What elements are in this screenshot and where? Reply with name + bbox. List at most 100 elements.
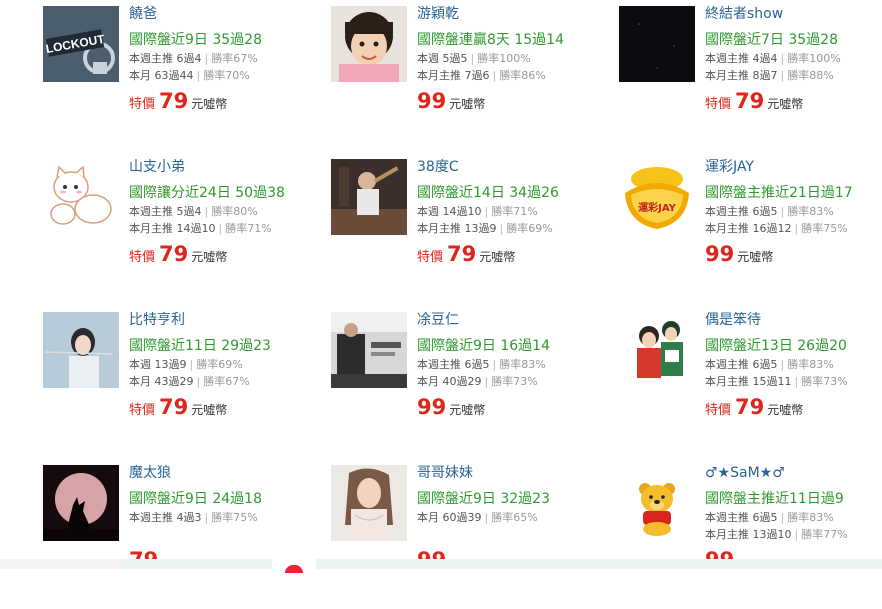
week-value: 6過4: [176, 52, 202, 65]
expert-card[interactable]: 比特亨利 國際盤近11日 29過23 本週 13過9 | 勝率69% 本月 43過2…: [43, 306, 323, 456]
expert-name[interactable]: 魔太狼: [129, 463, 329, 483]
price[interactable]: 特價 79 元噓幣: [129, 88, 227, 118]
pooh-bear-icon[interactable]: [619, 465, 695, 541]
week-rate: 勝率80%: [211, 205, 258, 218]
week-label: 本週主推: [129, 205, 173, 218]
month-rate: 勝率88%: [787, 69, 834, 82]
expert-name[interactable]: 偶是笨待: [705, 310, 882, 330]
week-rate: 勝率83%: [499, 358, 546, 371]
month-rate: 勝率71%: [225, 222, 272, 235]
expert-name[interactable]: 運彩JAY: [705, 157, 882, 177]
month-value: 43過29: [154, 375, 194, 388]
price-value: 79: [159, 89, 189, 113]
archer-girl-icon[interactable]: [43, 312, 119, 388]
price[interactable]: 特價 79 元噓幣: [705, 394, 803, 424]
night-sky-icon[interactable]: [619, 6, 695, 82]
expert-name[interactable]: 山支小弟: [129, 157, 329, 177]
price[interactable]: 99 元噓幣: [417, 88, 485, 117]
anime-baseball-icon[interactable]: [619, 312, 695, 388]
movie-poster-icon[interactable]: [331, 312, 407, 388]
expert-name[interactable]: ♂★SaM★♂: [705, 463, 882, 483]
record-summary: 國際盤近9日 24過18: [129, 491, 262, 507]
expert-card[interactable]: 游穎乾 國際盤連贏8天 15過14 本週 5過5 | 勝率100% 本月主推 7過6…: [331, 0, 611, 150]
week-value: 6過5: [752, 358, 778, 371]
month-label: 本月主推: [705, 528, 749, 541]
special-price-tag: 特價: [129, 250, 156, 265]
monthly-stat: 本月 63過44 | 勝率70%: [129, 69, 250, 82]
weekly-stat: 本週主推 6過4 | 勝率67%: [129, 52, 258, 65]
expert-card[interactable]: LOCKOUT 饒爸 國際盤近9日 35過28 本週主推 6過4 | 勝率67% 本…: [43, 0, 323, 150]
week-rate: 勝率69%: [196, 358, 243, 371]
expert-card[interactable]: ♂★SaM★♂ 國際盤主推近11日過9 本週主推 6過5 | 勝率83% 本月主推 …: [619, 459, 882, 609]
expert-card[interactable]: 山支小弟 國際讓分近24日 50過38 本週主推 5過4 | 勝率80% 本月主推 …: [43, 153, 323, 303]
weekly-stat: 本週 13過9 | 勝率69%: [129, 358, 243, 371]
week-rate: 勝率100%: [787, 52, 841, 65]
price[interactable]: 特價 79 元噓幣: [705, 88, 803, 118]
gold-ingot-icon[interactable]: 運彩JAY: [619, 159, 695, 235]
week-label: 本週主推: [129, 52, 173, 65]
expert-name[interactable]: 終結者show: [705, 4, 882, 24]
month-label: 本月: [417, 511, 439, 524]
week-rate: 勝率67%: [211, 52, 258, 65]
baseball-player-icon[interactable]: [331, 159, 407, 235]
price[interactable]: 99 元噓幣: [705, 241, 773, 270]
price-unit: 元噓幣: [191, 250, 228, 264]
weekly-stat: 本週 5過5 | 勝率100%: [417, 52, 531, 65]
price-unit: 元噓幣: [191, 97, 228, 111]
month-rate: 勝率70%: [203, 69, 250, 82]
week-value: 5過4: [176, 205, 202, 218]
week-rate: 勝率83%: [787, 358, 834, 371]
expert-name[interactable]: 38度C: [417, 157, 617, 177]
special-price-tag: 特價: [705, 97, 732, 112]
month-value: 13過9: [464, 222, 497, 235]
record-summary: 國際盤主推近21日過17: [705, 185, 853, 201]
expert-card[interactable]: 運彩JAY 運彩JAY 國際盤主推近21日過17 本週主推 6過5 | 勝率83% …: [619, 153, 882, 303]
monthly-stat: 本月主推 15過11 | 勝率73%: [705, 375, 848, 388]
woman-photo-icon[interactable]: [331, 465, 407, 541]
price[interactable]: 特價 79 元噓幣: [417, 241, 515, 271]
weekly-stat: 本週主推 4過3 | 勝率75%: [129, 511, 258, 524]
price[interactable]: 特價 79 元噓幣: [129, 241, 227, 271]
expert-name[interactable]: 哥哥妹妹: [417, 463, 617, 483]
expert-card[interactable]: 凃豆仁 國際盤近9日 16過14 本週主推 6過5 | 勝率83% 本月 40過29…: [331, 306, 611, 456]
record-summary: 國際讓分近24日 50過38: [129, 185, 285, 201]
month-label: 本月主推: [129, 222, 173, 235]
expert-card[interactable]: 魔太狼 國際盤近9日 24過18 本週主推 4過3|勝率75% 79: [43, 459, 323, 609]
child-photo-icon[interactable]: [331, 6, 407, 82]
record-summary: 國際盤近7日 35過28: [705, 32, 838, 48]
special-price-tag: 特價: [129, 403, 156, 418]
lockout-logo-icon[interactable]: LOCKOUT: [43, 6, 119, 82]
week-label: 本週主推: [705, 358, 749, 371]
expert-card[interactable]: 終結者show 國際盤近7日 35過28 本週主推 4過4 | 勝率100% 本月主…: [619, 0, 882, 150]
avatar-text: 運彩JAY: [638, 201, 677, 214]
wolf-moon-icon[interactable]: [43, 465, 119, 541]
month-value: 60過39: [442, 511, 482, 524]
week-label: 本週主推: [705, 511, 749, 524]
cartoon-cat-icon[interactable]: [43, 159, 119, 235]
week-value: 4過3: [176, 511, 202, 524]
monthly-stat: 本月主推 13過10 | 勝率77%: [705, 528, 848, 541]
month-rate: 勝率86%: [499, 69, 546, 82]
expert-card[interactable]: 38度C 國際盤近14日 34過26 本週 14過10 | 勝率71% 本月主推 1…: [331, 153, 611, 303]
price-unit: 元噓幣: [767, 403, 804, 417]
month-value: 16過12: [752, 222, 792, 235]
expert-name[interactable]: 凃豆仁: [417, 310, 617, 330]
monthly-stat: 本月主推 13過9 | 勝率69%: [417, 222, 553, 235]
expert-name[interactable]: 饒爸: [129, 4, 329, 24]
record-summary: 國際盤近13日 26過20: [705, 338, 847, 354]
monthly-stat: 本月 60過39 | 勝率65%: [417, 511, 538, 524]
week-rate: 勝率100%: [477, 52, 531, 65]
record-summary: 國際盤近11日 29過23: [129, 338, 271, 354]
expert-name[interactable]: 游穎乾: [417, 4, 617, 24]
month-label: 本月主推: [705, 222, 749, 235]
week-value: 14過10: [442, 205, 482, 218]
month-value: 7過6: [464, 69, 490, 82]
expert-name[interactable]: 比特亨利: [129, 310, 329, 330]
expert-card[interactable]: 偶是笨待 國際盤近13日 26過20 本週主推 6過5 | 勝率83% 本月主推 1…: [619, 306, 882, 456]
price-unit: 元噓幣: [737, 250, 774, 264]
price[interactable]: 特價 79 元噓幣: [129, 394, 227, 424]
expert-card[interactable]: 哥哥妹妹 國際盤近9日 32過23 本月 60過39|勝率65% 99: [331, 459, 611, 609]
record-summary: 國際盤連贏8天 15過14: [417, 32, 564, 48]
price[interactable]: 99 元噓幣: [417, 394, 485, 423]
week-label: 本週: [129, 358, 151, 371]
